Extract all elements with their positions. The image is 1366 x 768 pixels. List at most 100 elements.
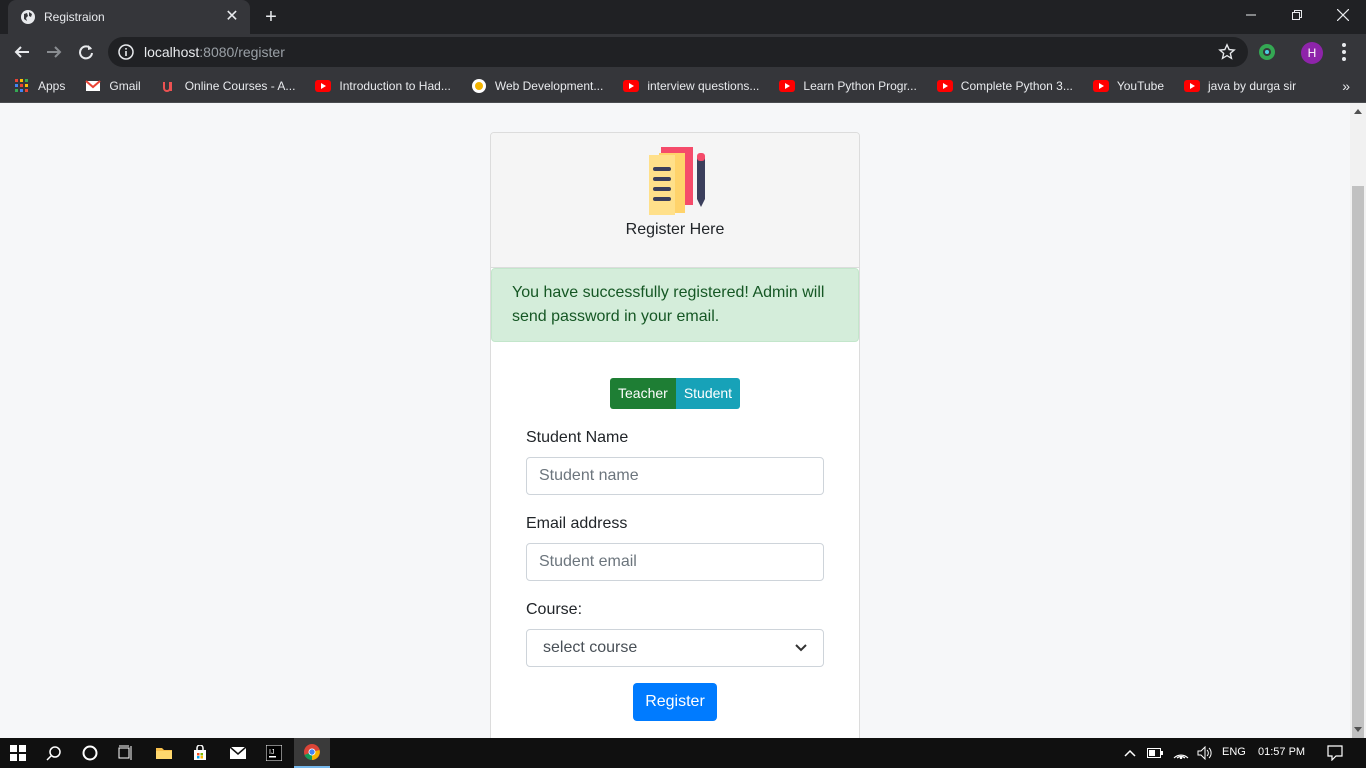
reload-button[interactable] (72, 38, 100, 66)
profile-avatar[interactable]: H (1301, 42, 1323, 64)
svg-text:IJ: IJ (269, 749, 274, 756)
course-select-value: select course (543, 639, 638, 656)
bookmark-youtube[interactable]: Complete Python 3... (936, 79, 1073, 93)
role-toggle-group: Teacher Student (610, 378, 741, 409)
folder-icon (156, 748, 172, 759)
gmail-icon (85, 80, 102, 91)
minimize-button[interactable] (1228, 0, 1274, 30)
windows-taskbar: IJ ENG 01:57 PM (0, 738, 1366, 768)
browser-menu-button[interactable] (1336, 42, 1352, 62)
youtube-icon (936, 80, 953, 92)
wifi-button[interactable] (1168, 738, 1194, 768)
bookmark-udemy[interactable]: Online Courses - A... (161, 78, 296, 94)
globe-icon (21, 10, 35, 24)
course-label: Course: (526, 601, 583, 618)
url-path: :8080/register (199, 44, 285, 60)
windows-logo-icon (10, 745, 26, 761)
back-button[interactable] (8, 38, 36, 66)
address-bar[interactable]: localhost:8080/register (108, 37, 1248, 67)
bookmark-label: Introduction to Had... (339, 79, 451, 93)
teacher-button[interactable]: Teacher (610, 378, 676, 409)
bookmark-label: interview questions... (647, 79, 760, 93)
browser-tab[interactable]: Registraion ✕ (8, 0, 250, 34)
apps-grid-icon (15, 79, 28, 92)
mail-icon (229, 746, 247, 759)
hidden-icons-button[interactable] (1116, 738, 1144, 768)
battery-button[interactable] (1142, 738, 1168, 768)
scrollbar-thumb[interactable] (1352, 186, 1364, 750)
url-host: localhost (144, 44, 200, 60)
cortana-button[interactable] (72, 738, 108, 768)
student-button[interactable]: Student (675, 378, 741, 409)
restore-icon (1292, 10, 1302, 20)
arrow-right-icon (47, 46, 62, 58)
bookmark-gmail[interactable]: Gmail (85, 78, 141, 94)
student-name-input[interactable] (526, 457, 824, 495)
close-icon (1337, 9, 1349, 21)
bookmark-label: Online Courses - A... (184, 79, 296, 93)
bookmark-label: Gmail (109, 79, 141, 93)
document-pencil-icon (649, 147, 705, 215)
cortana-circle-icon (82, 745, 98, 761)
bookmark-youtube[interactable]: Learn Python Progr... (779, 79, 917, 93)
search-button[interactable] (36, 738, 72, 768)
close-tab-icon[interactable]: ✕ (224, 9, 240, 25)
youtube-icon (779, 80, 796, 92)
file-explorer-button[interactable] (146, 738, 182, 768)
bookmark-label: Complete Python 3... (960, 79, 1073, 93)
registration-form: Student Name Email address Course: selec… (526, 429, 824, 667)
bookmark-youtube[interactable]: interview questions... (623, 79, 759, 93)
bookmark-youtube[interactable]: Introduction to Had... (315, 79, 451, 93)
page-title: Register Here (625, 221, 725, 238)
mail-button[interactable] (220, 738, 256, 768)
more-bookmarks-icon[interactable]: » (1342, 78, 1350, 94)
language-indicator[interactable]: ENG (1222, 746, 1246, 758)
battery-icon (1147, 748, 1163, 758)
wifi-icon (1173, 754, 1189, 759)
clock[interactable]: 01:57 PM (1258, 746, 1305, 758)
minimize-icon (1246, 14, 1256, 16)
youtube-icon (1184, 80, 1201, 92)
scroll-down-icon[interactable] (1354, 727, 1362, 732)
bookmark-web[interactable]: Web Development... (471, 78, 603, 94)
bookmark-label: Apps (38, 79, 66, 93)
email-label: Email address (526, 515, 628, 532)
register-button[interactable]: Register (633, 683, 717, 721)
tab-title: Registraion (44, 10, 105, 24)
bookmark-label: Learn Python Progr... (803, 79, 917, 93)
arrow-left-icon (14, 46, 29, 58)
student-name-label: Student Name (526, 429, 629, 446)
chevron-up-icon (1124, 749, 1136, 757)
email-input[interactable] (526, 543, 824, 581)
web-icon (471, 79, 486, 93)
restore-button[interactable] (1274, 0, 1320, 30)
start-button[interactable] (0, 738, 36, 768)
close-window-button[interactable] (1320, 0, 1366, 30)
youtube-icon (315, 80, 332, 92)
extension-icon[interactable] (1257, 42, 1277, 62)
task-view-button[interactable] (108, 738, 144, 768)
info-icon[interactable] (118, 44, 134, 60)
bookmark-star-icon[interactable] (1218, 43, 1236, 61)
new-tab-button[interactable]: + (260, 6, 282, 28)
youtube-icon (1092, 80, 1109, 92)
registration-card: Register Here You have successfully regi… (490, 132, 860, 738)
bookmark-apps[interactable]: Apps (14, 78, 65, 94)
store-button[interactable] (182, 738, 218, 768)
course-select[interactable]: select course (526, 629, 824, 667)
forward-button[interactable] (40, 38, 68, 66)
card-header: Register Here (491, 133, 859, 268)
intellij-button[interactable]: IJ (256, 738, 292, 768)
scroll-up-icon[interactable] (1354, 109, 1362, 114)
action-center-button[interactable] (1320, 738, 1350, 768)
success-alert: You have successfully registered! Admin … (491, 268, 859, 342)
bookmark-youtube[interactable]: YouTube (1092, 79, 1165, 93)
reload-icon (79, 45, 93, 60)
chrome-taskbar-button[interactable] (294, 738, 330, 768)
page-viewport: Register Here You have successfully regi… (0, 103, 1350, 738)
page-scrollbar[interactable] (1350, 103, 1366, 750)
volume-button[interactable] (1192, 738, 1218, 768)
youtube-icon (623, 80, 640, 92)
bookmark-youtube[interactable]: java by durga sir (1184, 79, 1296, 93)
bookmark-label: YouTube (1116, 79, 1165, 93)
